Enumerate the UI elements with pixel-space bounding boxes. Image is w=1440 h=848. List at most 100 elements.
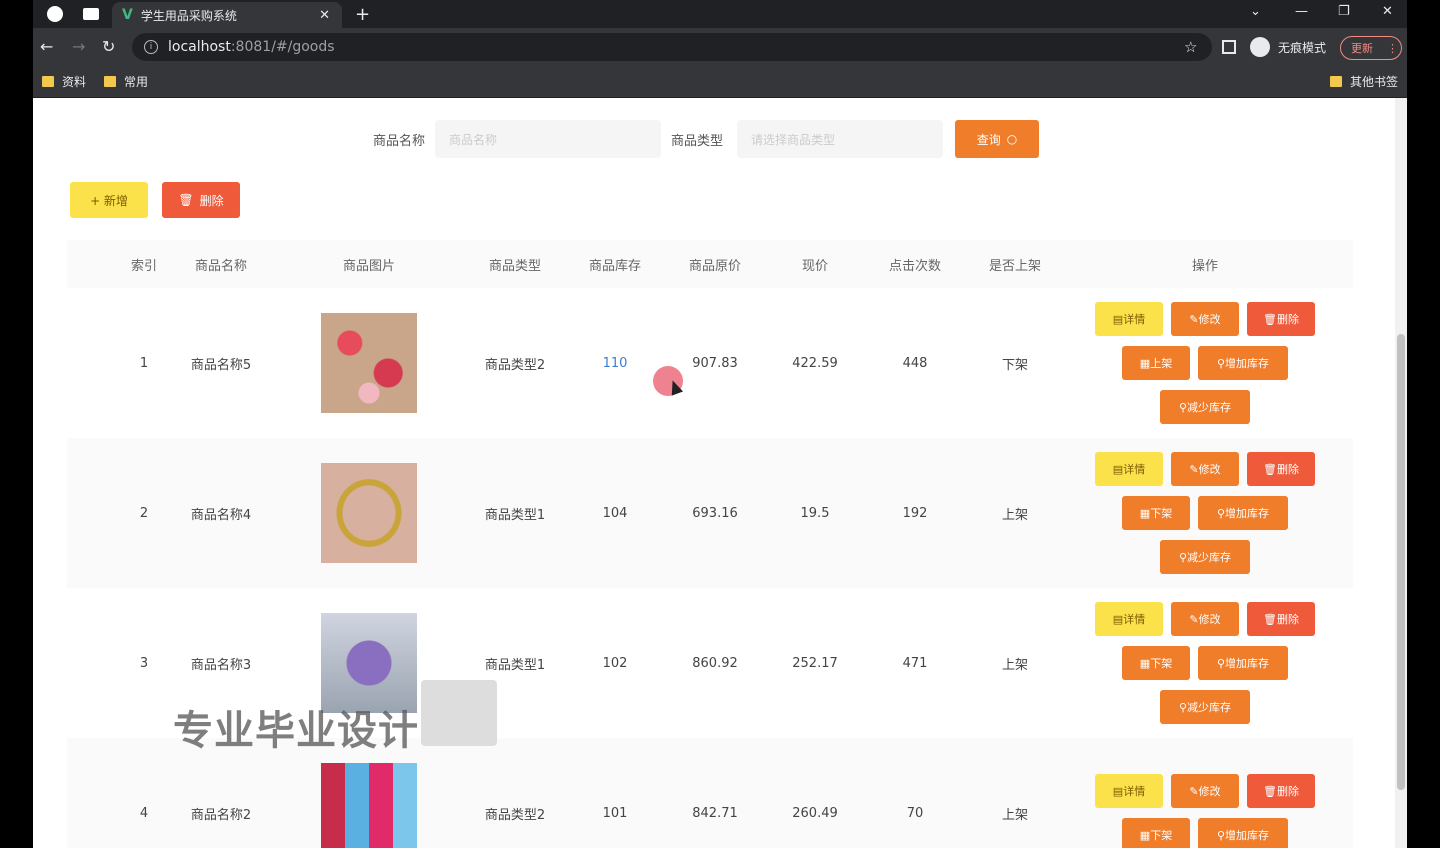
select-column-header[interactable] [67, 240, 127, 288]
row-checkbox[interactable] [67, 588, 127, 738]
edit-button[interactable]: ✎ 修改 [1171, 452, 1239, 486]
query-button[interactable]: 查询 ○ [955, 120, 1039, 158]
row-checkbox[interactable] [67, 738, 127, 848]
detail-button[interactable]: ▤ 详情 [1095, 602, 1163, 636]
detail-button[interactable]: ▤ 详情 [1095, 774, 1163, 808]
stock-value: 110 [602, 355, 628, 371]
edit-button[interactable]: ✎ 修改 [1171, 302, 1239, 336]
folder-icon [1330, 76, 1342, 87]
other-bookmarks-folder[interactable]: 其他书签 [1330, 73, 1398, 90]
decrease-stock-button[interactable]: ⚲ 减少库存 [1160, 690, 1250, 724]
cell-original-price: 860.92 [692, 655, 738, 671]
cell-image [281, 438, 457, 588]
new-tab-button[interactable]: + [355, 4, 370, 25]
shelf-toggle-button[interactable]: ▦ 下架 [1122, 646, 1190, 680]
tab-search-icon[interactable] [83, 8, 99, 20]
increase-stock-button[interactable]: ⚲ 增加库存 [1198, 818, 1288, 848]
detail-button[interactable]: ▤ 详情 [1095, 302, 1163, 336]
shelf-icon: ▦ [1139, 356, 1151, 370]
goods-name-input[interactable]: 商品名称 [435, 120, 661, 158]
delete-button[interactable]: 🗑 删除 [1247, 452, 1315, 486]
address-bar[interactable]: i localhost :8081/#/goods [132, 33, 1212, 61]
cell-status: 上架 [973, 738, 1057, 848]
column-header-original-price: 商品原价 [657, 240, 773, 288]
shelf-toggle-button[interactable]: ▦ 下架 [1122, 818, 1190, 848]
goods-type-select[interactable]: 请选择商品类型 [737, 120, 943, 158]
increase-stock-label: 增加库存 [1225, 657, 1270, 670]
cell-clicks: 471 [902, 655, 928, 671]
edit-label: 修改 [1198, 313, 1221, 326]
goods-image[interactable] [321, 763, 417, 848]
stock-icon: ⚲ [1178, 700, 1188, 714]
delete-button[interactable]: 🗑 删除 [1247, 774, 1315, 808]
bookmark-star-icon[interactable]: ☆ [1184, 38, 1197, 56]
increase-stock-button[interactable]: ⚲ 增加库存 [1198, 346, 1288, 380]
cell-index: 3 [139, 655, 149, 671]
side-panel-icon[interactable] [1222, 40, 1236, 54]
edit-icon: ✎ [1189, 612, 1199, 626]
cell-type: 商品类型2 [484, 357, 546, 373]
increase-stock-button[interactable]: ⚲ 增加库存 [1198, 646, 1288, 680]
vue-logo-icon: V [122, 7, 133, 23]
edit-button[interactable]: ✎ 修改 [1171, 602, 1239, 636]
watermark-text: 专业毕业设计 [173, 708, 419, 754]
restore-icon[interactable]: ❐ [1338, 4, 1350, 19]
stock-icon: ⚲ [1216, 506, 1226, 520]
url-path: :8081/#/goods [230, 39, 335, 55]
more-menu-icon[interactable]: ⋮ [1387, 42, 1398, 55]
tab-title: 学生用品采购系统 [140, 8, 237, 23]
cell-actions: ▤ 详情 ✎ 修改 🗑 删除 ▦ 下架 ⚲ 增加库存 ⚲ 减少库存 [1057, 588, 1353, 738]
decrease-stock-button[interactable]: ⚲ 减少库存 [1160, 540, 1250, 574]
stock-icon: ⚲ [1216, 356, 1226, 370]
add-button[interactable]: + 新增 [70, 182, 148, 218]
shelf-label: 下架 [1150, 829, 1173, 842]
reload-icon[interactable]: ↻ [102, 37, 115, 56]
page-scrollbar[interactable] [1395, 98, 1407, 848]
minimize-icon[interactable]: — [1295, 4, 1308, 19]
goods-name-label: 商品名称 [373, 134, 426, 149]
cell-stock: 102 [602, 655, 628, 671]
watermark-blur [421, 680, 497, 746]
incognito-indicator[interactable]: 无痕模式 [1250, 37, 1326, 57]
bookmark-folder-changyong[interactable]: 常用 [104, 73, 148, 90]
delete-button[interactable]: 🗑 删除 [1247, 302, 1315, 336]
detail-label: 详情 [1123, 785, 1146, 798]
bookmark-label: 常用 [124, 75, 149, 89]
edit-label: 修改 [1198, 785, 1221, 798]
delete-label: 删除 [1276, 613, 1299, 626]
browser-menu-icon[interactable] [47, 6, 63, 22]
bookmark-folder-ziliao[interactable]: 资料 [42, 73, 86, 90]
active-tab[interactable]: V 学生用品采购系统 ✕ [112, 2, 342, 28]
cell-original-price: 907.83 [692, 355, 738, 371]
site-info-icon[interactable]: i [144, 40, 158, 54]
bookmarks-bar: 资料 常用 其他书签 [33, 66, 1407, 98]
close-window-icon[interactable]: ✕ [1382, 4, 1393, 19]
decrease-stock-label: 减少库存 [1187, 551, 1232, 564]
edit-label: 修改 [1198, 463, 1221, 476]
edit-button[interactable]: ✎ 修改 [1171, 774, 1239, 808]
cell-stock: 104 [573, 438, 657, 588]
decrease-stock-label: 减少库存 [1187, 701, 1232, 714]
row-checkbox[interactable] [67, 288, 127, 438]
decrease-stock-button[interactable]: ⚲ 减少库存 [1160, 390, 1250, 424]
goods-image[interactable] [321, 463, 417, 563]
detail-button[interactable]: ▤ 详情 [1095, 452, 1163, 486]
cell-price: 252.17 [792, 655, 838, 671]
shelf-toggle-button[interactable]: ▦ 下架 [1122, 496, 1190, 530]
incognito-icon [1250, 37, 1270, 57]
back-icon[interactable]: ← [40, 37, 53, 56]
row-checkbox[interactable] [67, 438, 127, 588]
shelf-toggle-button[interactable]: ▦ 上架 [1122, 346, 1190, 380]
batch-delete-button[interactable]: 🗑 删除 [162, 182, 240, 218]
table-row: 2 商品名称4 商品类型1 104 693.16 19.5 192 上架 ▤ 详… [67, 438, 1353, 588]
cell-status: 上架 [973, 438, 1057, 588]
increase-stock-button[interactable]: ⚲ 增加库存 [1198, 496, 1288, 530]
stock-icon: ⚲ [1178, 550, 1188, 564]
forward-icon[interactable]: → [72, 37, 85, 56]
update-button[interactable]: 更新 ⋮ [1340, 36, 1402, 60]
tab-close-icon[interactable]: ✕ [319, 8, 330, 23]
scrollbar-thumb[interactable] [1397, 334, 1405, 790]
delete-button[interactable]: 🗑 删除 [1247, 602, 1315, 636]
tab-list-icon[interactable]: ⌄ [1250, 4, 1261, 19]
goods-image[interactable] [321, 313, 417, 413]
